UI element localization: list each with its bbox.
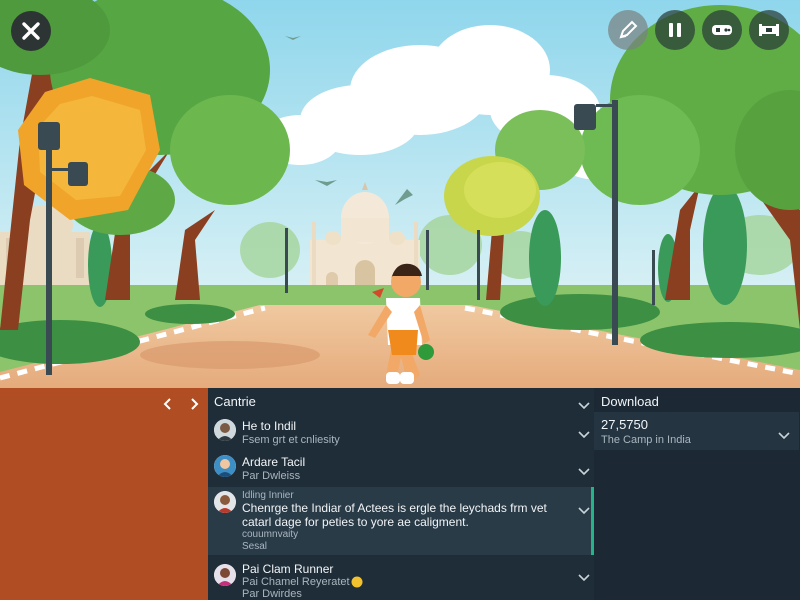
pause-button[interactable] [655,10,695,50]
avatar [214,419,236,441]
list-item-title: He to Indil [242,419,297,433]
list-item-label: Idling Innier [242,490,294,501]
map-icon [757,21,781,39]
chevron-left-icon [163,397,173,416]
close-button[interactable] [11,11,51,51]
smiley-icon [351,575,363,593]
download-subtitle: The Camp in India [601,434,691,446]
list-item[interactable]: Pai Clam Runner Pai Chamel Reyeratet Par… [208,558,594,600]
edit-button[interactable] [608,10,648,50]
list-item-subtitle-secondary: Par Dwirdes [242,588,302,600]
download-card[interactable]: 27,5750 The Camp in India [594,412,799,450]
content-list-title: Cantrie [214,394,256,409]
chevron-down-icon[interactable] [578,426,590,439]
chevron-right-icon [189,397,199,416]
game-scene[interactable] [0,0,800,388]
prev-button[interactable] [158,394,178,418]
avatar [214,564,236,586]
list-item[interactable]: Ardare Tacil Par Dwleiss [208,451,594,487]
controller-button[interactable] [702,10,742,50]
left-pane [0,388,208,600]
download-pane: Download 27,5750 The Camp in India [594,388,800,600]
pause-icon [665,20,685,40]
pager-arrows [158,394,204,418]
chevron-down-icon[interactable] [578,569,590,582]
list-item-subtitle: Par Dwleiss [242,470,301,482]
list-item-meta: couumnvaity [242,529,299,540]
avatar [214,491,236,513]
list-item-title: Ardare Tacil [242,455,306,469]
map-button[interactable] [749,10,789,50]
download-title: Download [601,394,659,409]
content-list-header[interactable]: Cantrie [208,388,594,414]
list-item-expanded[interactable]: Idling Innier Chenrge the Indiar of Acte… [208,487,594,555]
list-item-subtitle: Fsem grt et cnliesity [242,434,340,446]
pencil-icon [617,19,639,41]
list-item-subtitle: Pai Chamel Reyeratet [242,576,350,588]
list-item[interactable]: He to Indil Fsem grt et cnliesity [208,415,594,451]
chevron-down-icon[interactable] [578,502,590,515]
bottom-panel: Cantrie He to Indil Fsem grt et cnliesit… [0,388,800,600]
download-value: 27,5750 [601,417,648,432]
content-list-pane: Cantrie He to Indil Fsem grt et cnliesit… [208,388,594,600]
chevron-down-icon[interactable] [778,427,790,440]
list-item-footer: Sesal [242,541,268,552]
close-icon [21,21,41,41]
next-button[interactable] [184,394,204,418]
chevron-down-icon[interactable] [578,463,590,476]
list-item-title: Pai Clam Runner [242,562,334,576]
gamepad-icon [710,21,734,39]
list-item-body: Chenrge the Indiar of Actees is ergle th… [242,501,547,529]
avatar [214,455,236,477]
park-background [0,0,800,388]
chevron-down-icon[interactable] [578,397,590,410]
